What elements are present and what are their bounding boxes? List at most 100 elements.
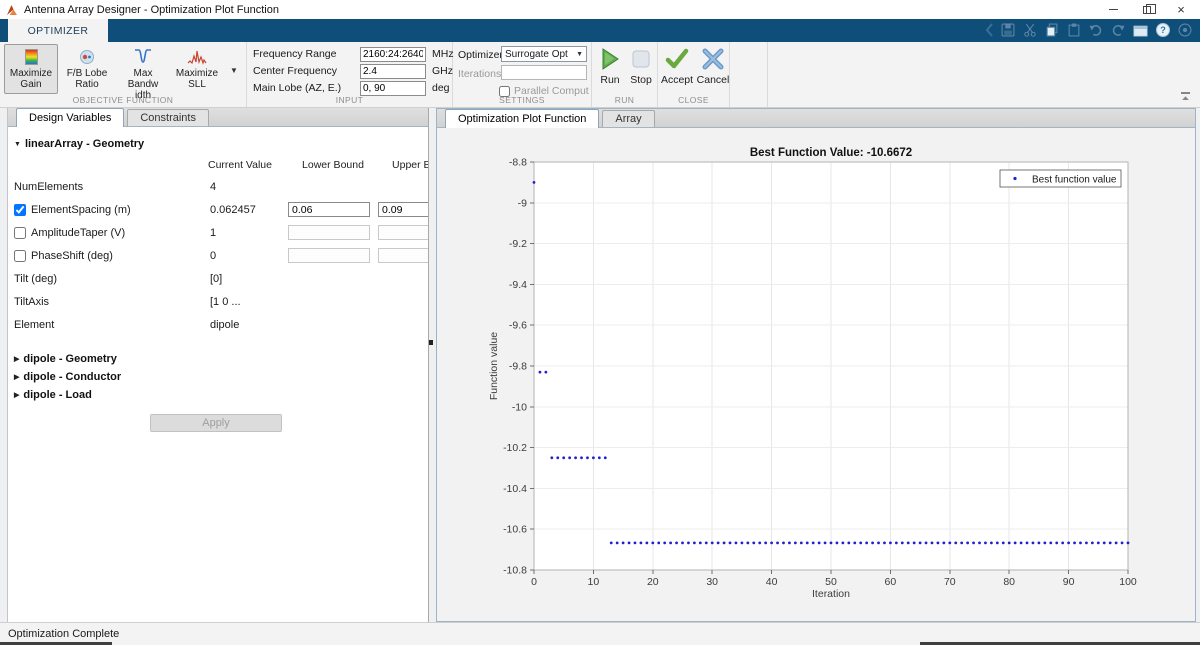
resources-icon[interactable] [1178, 23, 1192, 37]
design-variables-body: ▼ linearArray - Geometry Current Value L… [8, 127, 428, 622]
optimizer-label: Optimizer [458, 49, 503, 61]
copy-icon [1045, 23, 1059, 37]
figure-area: 0102030405060708090100-8.8-9-9.2-9.4-9.6… [437, 128, 1195, 623]
svg-text:60: 60 [885, 576, 897, 588]
table-row-elementspacing: ElementSpacing (m) 0.062457 [8, 198, 428, 221]
save-icon[interactable] [1001, 23, 1015, 37]
fb-lobe-ratio-button[interactable]: F/B LobeRatio [60, 44, 114, 94]
section-settings: Optimizer Surrogate Opt ▼ Iterations Par… [453, 42, 592, 107]
group-dipole-geometry[interactable]: ▶ dipole - Geometry [8, 350, 428, 368]
amplitudetaper-lower-input [288, 225, 370, 240]
cut-icon [1023, 23, 1037, 37]
objective-overflow-arrow[interactable]: ▼ [230, 66, 238, 75]
section-input: Frequency Range MHz Center Frequency GHz… [247, 42, 453, 107]
svg-text:?: ? [1160, 25, 1166, 35]
group-lineararray-geometry[interactable]: ▼ linearArray - Geometry [8, 135, 428, 153]
left-gutter [0, 108, 8, 622]
elementspacing-lower-input[interactable] [288, 202, 370, 217]
window-controls: × [1096, 0, 1198, 19]
collapse-triangle-icon: ▼ [14, 141, 21, 148]
elementspacing-checkbox[interactable] [14, 204, 26, 216]
panel-divider[interactable] [429, 108, 436, 622]
main-lobe-unit: deg [432, 82, 450, 94]
frequency-range-label: Frequency Range [253, 48, 353, 60]
center-frequency-input[interactable] [360, 64, 426, 79]
run-button[interactable]: Run [595, 47, 625, 86]
svg-text:-9.4: -9.4 [509, 279, 527, 291]
optimizer-value: Surrogate Opt [505, 49, 568, 60]
svg-text:-9.6: -9.6 [509, 320, 527, 332]
accept-button[interactable]: Accept [660, 47, 694, 86]
restore-button[interactable] [1130, 0, 1164, 19]
tab-array[interactable]: Array [602, 110, 654, 127]
expand-triangle-icon: ▶ [14, 355, 19, 363]
main-lobe-input[interactable] [360, 81, 426, 96]
dropdown-arrow-icon: ▼ [576, 51, 583, 58]
maximize-gain-icon [19, 48, 43, 66]
optimization-plot[interactable]: 0102030405060708090100-8.8-9-9.2-9.4-9.6… [437, 128, 1195, 620]
section-label-input: INPUT [247, 95, 452, 105]
section-objective-function: MaximizeGain F/B LobeRatio [0, 42, 247, 107]
group-dipole-load[interactable]: ▶ dipole - Load [8, 386, 428, 404]
center-frequency-label: Center Frequency [253, 65, 353, 77]
table-row-element: Element dipole [8, 313, 428, 336]
help-icon[interactable]: ? [1156, 23, 1170, 37]
redo-icon [1111, 23, 1125, 37]
accept-icon [665, 47, 689, 71]
svg-text:-9.8: -9.8 [509, 361, 527, 373]
svg-text:-10.4: -10.4 [503, 483, 527, 495]
frequency-range-input[interactable] [360, 47, 426, 62]
table-row-amplitudetaper: AmplitudeTaper (V) 1 [8, 221, 428, 244]
status-text: Optimization Complete [8, 628, 119, 640]
max-bandwidth-button[interactable]: Max Bandwidth [116, 44, 170, 94]
section-run: Run Stop RUN [592, 42, 658, 107]
col-lower-bound: Lower Bound [288, 159, 378, 171]
section-label-run: RUN [592, 95, 657, 105]
fb-lobe-ratio-icon [75, 48, 99, 66]
section-spacer [730, 42, 768, 107]
optimizer-dropdown[interactable]: Surrogate Opt ▼ [501, 46, 587, 62]
main-lobe-label: Main Lobe (AZ, E.) [253, 82, 353, 94]
table-row-tiltaxis: TiltAxis [1 0 ... [8, 290, 428, 313]
maximize-sll-icon [185, 48, 209, 66]
expand-triangle-icon: ▶ [14, 391, 19, 399]
paste-icon [1067, 23, 1081, 37]
svg-text:Function value: Function value [488, 332, 500, 400]
tab-optimization-plot[interactable]: Optimization Plot Function [445, 109, 599, 128]
phaseshift-checkbox[interactable] [14, 250, 26, 262]
table-row-phaseshift: PhaseShift (deg) 0 [8, 244, 428, 267]
svg-text:20: 20 [647, 576, 659, 588]
cancel-button[interactable]: Cancel [696, 47, 730, 86]
collapse-ribbon-icon[interactable] [1179, 91, 1192, 102]
amplitudetaper-checkbox[interactable] [14, 227, 26, 239]
expand-triangle-icon: ▶ [14, 373, 19, 381]
chevron-left-icon [986, 23, 993, 37]
right-gutter [1196, 108, 1200, 622]
right-panel-tabbar: Optimization Plot Function Array [437, 109, 1195, 128]
close-button[interactable]: × [1164, 0, 1198, 19]
elementspacing-upper-input[interactable] [378, 202, 428, 217]
svg-text:-8.8: -8.8 [509, 157, 527, 169]
svg-text:-9: -9 [518, 197, 527, 209]
tab-optimizer[interactable]: OPTIMIZER [8, 19, 108, 42]
group-dipole-conductor[interactable]: ▶ dipole - Conductor [8, 368, 428, 386]
section-label-close: CLOSE [658, 95, 729, 105]
svg-text:-10: -10 [512, 401, 527, 413]
switch-window-icon[interactable] [1133, 23, 1148, 37]
svg-text:-10.8: -10.8 [503, 565, 527, 577]
toolstrip-tab-band: OPTIMIZER [0, 19, 1200, 42]
app-window: Antenna Array Designer - Optimization Pl… [0, 0, 1200, 645]
svg-text:0: 0 [531, 576, 537, 588]
section-label-settings: SETTINGS [453, 95, 591, 105]
phaseshift-upper-input [378, 248, 428, 263]
svg-text:Iteration: Iteration [812, 588, 850, 600]
minimize-button[interactable] [1096, 0, 1130, 19]
maximize-sll-button[interactable]: MaximizeSLL [170, 44, 224, 94]
left-panel-tabbar: Design Variables Constraints [8, 108, 428, 127]
app-icon [6, 4, 18, 16]
tab-constraints[interactable]: Constraints [127, 109, 209, 126]
maximize-gain-button[interactable]: MaximizeGain [4, 44, 58, 94]
plot-panel: Optimization Plot Function Array 0102030… [436, 108, 1196, 622]
tab-design-variables[interactable]: Design Variables [16, 108, 124, 127]
undo-icon [1089, 23, 1103, 37]
